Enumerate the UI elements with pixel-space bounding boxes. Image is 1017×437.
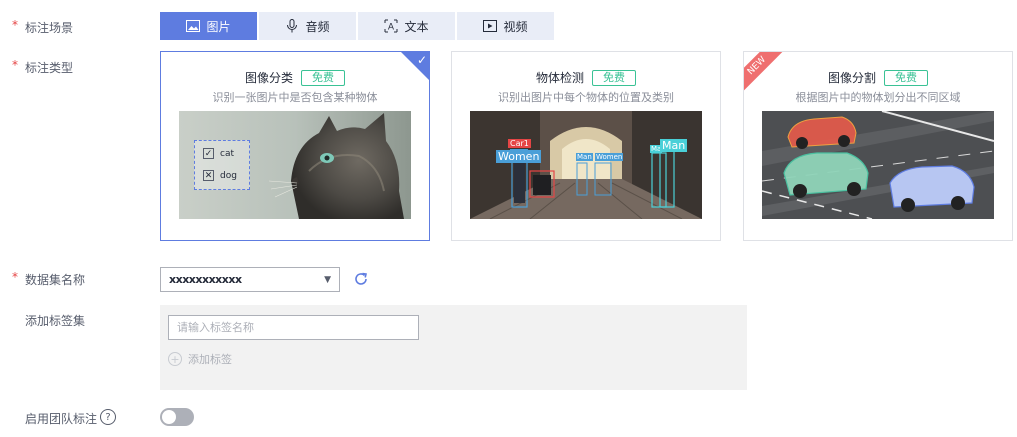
checkbox-checked-icon: ✓ [203,148,214,159]
dataset-label: 数据集名称 [25,273,86,287]
label-option-cat: ✓ cat [203,148,234,159]
detection-label: Man [576,153,593,161]
dataset-select-value: ​xxxxxxxxxxx [169,273,242,286]
card-title: 物体检测 [535,71,584,85]
label-box: ✓ cat ✕ dog [194,140,250,190]
card-title: 图像分割 [827,71,876,85]
tab-image[interactable]: 图片 [160,12,257,40]
help-icon[interactable]: ? [100,409,116,425]
tab-image-label: 图片 [206,19,231,34]
tab-audio[interactable]: 音频 [259,12,356,40]
add-tag-button[interactable]: + 添加标签 [168,351,232,367]
microphone-icon [285,19,299,33]
card-title-row: 图像分割 免费 [744,69,1012,86]
label-option-dog: ✕ dog [203,170,237,181]
image-icon [186,19,201,33]
card-description: 识别一张图片中是否包含某种物体 [212,91,378,104]
svg-text:A: A [388,23,395,33]
refresh-icon[interactable] [352,270,370,288]
dataset-select[interactable]: ​xxxxxxxxxxx ▼ [160,267,340,292]
tagset-panel: + 添加标签 [160,305,747,390]
card-title-row: 图像分类 免费 [161,69,429,86]
video-play-icon [483,19,498,33]
free-badge: 免费 [592,69,636,86]
required-asterisk: * [12,18,18,32]
card-object-detection[interactable]: 物体检测 免费 识别出图片中每个物体的位置及类别 Car1 Women Man … [451,51,721,241]
card-image-segmentation[interactable]: NEW 图像分割 免费 根据图片中的物体划分出不同区域 [743,51,1013,241]
tab-text-label: 文本 [404,19,429,34]
team-annotation-toggle[interactable] [160,408,194,426]
card-title: 图像分类 [244,71,293,85]
checkbox-cross-icon: ✕ [203,170,214,181]
free-badge: 免费 [301,69,345,86]
card-description: 识别出图片中每个物体的位置及类别 [498,91,674,104]
text-icon: A [384,19,398,33]
chevron-down-icon: ▼ [324,274,331,285]
card-image-classification[interactable]: 图像分类 免费 识别一张图片中是否包含某种物体 ✓ cat ✕ dog ✓ [160,51,430,241]
detection-label: Women [496,150,542,163]
card-description: 根据图片中的物体划分出不同区域 [795,91,961,104]
free-badge: 免费 [884,69,928,86]
check-icon: ✓ [416,53,427,67]
scene-tabs: 图片 音频 A 文本 视频 [160,12,554,40]
tab-video-label: 视频 [503,19,528,34]
add-tag-label: 添加标签 [188,353,232,366]
team-label: 启用团队标注 [25,412,98,426]
tag-name-input[interactable] [168,315,419,340]
detection-label: Women [595,153,624,161]
tagset-label: 添加标签集 [25,314,86,328]
scene-label: 标注场景 [25,21,74,35]
plus-circle-icon: + [168,352,182,366]
required-asterisk: * [12,58,18,72]
label-text: cat [220,148,234,159]
type-label: 标注类型 [25,61,74,75]
label-text: dog [220,170,237,181]
required-asterisk: * [12,270,18,284]
detection-label: Car1 [508,139,531,148]
street-sample-image: Car1 Women Man Women Ma Man [470,111,702,219]
tab-video[interactable]: 视频 [457,12,554,40]
card-title-row: 物体检测 免费 [452,69,720,86]
road-sample-image [762,111,994,219]
toggle-knob [162,410,176,424]
tab-text[interactable]: A 文本 [358,12,455,40]
tab-audio-label: 音频 [305,19,330,34]
detection-label: Man [660,139,688,152]
